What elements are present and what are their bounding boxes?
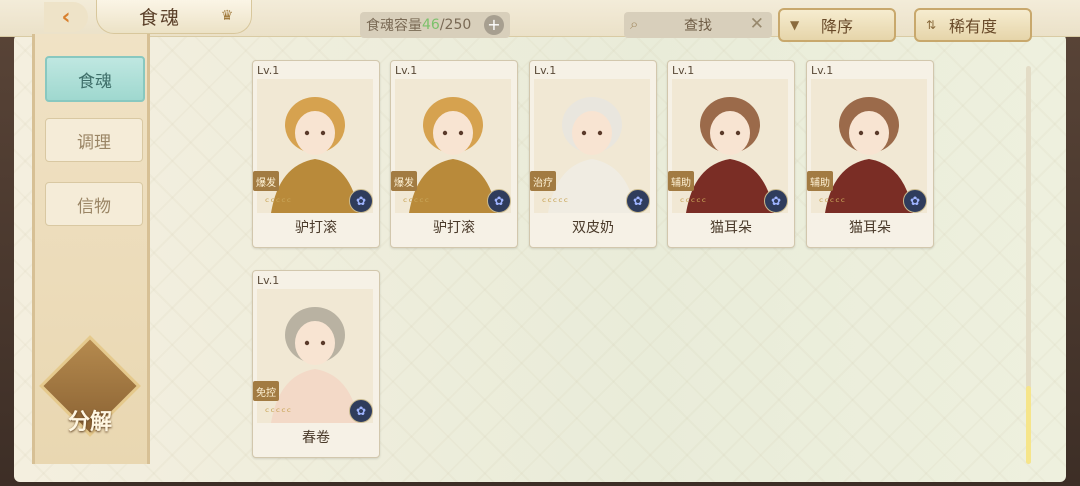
sort-key-label: 稀有度	[948, 17, 997, 36]
page-title-text: 食魂	[139, 7, 182, 29]
character-name: 猫耳朵	[849, 220, 891, 236]
level-label: Lv.1	[257, 274, 280, 287]
star-rating: ᶜᶜᶜᶜᶜ	[680, 195, 708, 209]
character-name: 双皮奶	[572, 220, 614, 236]
level-label: Lv.1	[811, 64, 834, 77]
tab-conditioning[interactable]: 调理	[45, 118, 143, 162]
level-label: Lv.1	[534, 64, 557, 77]
character-name: 猫耳朵	[710, 220, 752, 236]
capacity-max: /250	[439, 17, 472, 33]
role-badge: 爆发	[253, 171, 279, 191]
food-soul-card[interactable]: Lv.1 治疗 ᶜᶜᶜᶜᶜ ✿ 双皮奶	[529, 60, 657, 248]
element-icon: ✿	[349, 189, 373, 213]
role-badge: 辅助	[807, 171, 833, 191]
chevron-left-icon: ‹	[61, 4, 71, 30]
capacity-current: 46	[422, 17, 440, 33]
add-capacity-button[interactable]: +	[484, 15, 504, 35]
sort-key-button[interactable]: ⇅ 稀有度	[914, 8, 1032, 42]
element-icon: ✿	[903, 189, 927, 213]
character-name: 春卷	[302, 430, 330, 446]
character-name: 驴打滚	[433, 220, 475, 236]
scrollbar-thumb[interactable]	[1026, 386, 1031, 464]
tab-food-souls-label: 食魂	[78, 71, 112, 92]
food-soul-card[interactable]: Lv.1 爆发 ᶜᶜᶜᶜᶜ ✿ 驴打滚	[390, 60, 518, 248]
back-button[interactable]: ‹	[44, 2, 88, 32]
crown-icon[interactable]: ♛	[216, 8, 238, 24]
star-rating: ᶜᶜᶜᶜᶜ	[542, 195, 570, 209]
star-rating: ᶜᶜᶜᶜᶜ	[819, 195, 847, 209]
sort-swap-icon: ⇅	[926, 18, 937, 32]
role-badge: 治疗	[530, 171, 556, 191]
star-rating: ᶜᶜᶜᶜᶜ	[403, 195, 431, 209]
level-label: Lv.1	[257, 64, 280, 77]
role-badge: 免控	[253, 381, 279, 401]
decompose-label[interactable]: 分解	[54, 404, 126, 436]
food-soul-card[interactable]: Lv.1 辅助 ᶜᶜᶜᶜᶜ ✿ 猫耳朵	[667, 60, 795, 248]
level-label: Lv.1	[395, 64, 418, 77]
food-soul-card[interactable]: Lv.1 爆发 ᶜᶜᶜᶜᶜ ✿ 驴打滚	[252, 60, 380, 248]
tab-tokens[interactable]: 信物	[45, 182, 143, 226]
search-input[interactable]: ⌕ 查找 ✕	[624, 12, 772, 38]
clear-icon[interactable]: ✕	[750, 14, 764, 34]
capacity-display: 食魂容量 46 /250 +	[360, 12, 510, 38]
star-rating: ᶜᶜᶜᶜᶜ	[265, 195, 293, 209]
food-soul-card[interactable]: Lv.1 免控 ᶜᶜᶜᶜᶜ ✿ 春卷	[252, 270, 380, 458]
capacity-label: 食魂容量	[366, 18, 422, 34]
search-icon: ⌕	[630, 15, 639, 33]
food-soul-card[interactable]: Lv.1 辅助 ᶜᶜᶜᶜᶜ ✿ 猫耳朵	[806, 60, 934, 248]
search-placeholder: 查找	[684, 18, 712, 34]
level-label: Lv.1	[672, 64, 695, 77]
sort-order-button[interactable]: ▼ 降序	[778, 8, 896, 42]
element-icon: ✿	[349, 399, 373, 423]
role-badge: 爆发	[391, 171, 417, 191]
tab-conditioning-label: 调理	[77, 132, 111, 153]
element-icon: ✿	[764, 189, 788, 213]
element-icon: ✿	[487, 189, 511, 213]
star-rating: ᶜᶜᶜᶜᶜ	[265, 405, 293, 419]
triangle-down-icon: ▼	[790, 18, 800, 32]
character-name: 驴打滚	[295, 220, 337, 236]
element-icon: ✿	[626, 189, 650, 213]
tab-food-souls[interactable]: 食魂	[45, 56, 145, 102]
sort-order-label: 降序	[820, 17, 853, 36]
role-badge: 辅助	[668, 171, 694, 191]
tab-tokens-label: 信物	[77, 196, 111, 217]
